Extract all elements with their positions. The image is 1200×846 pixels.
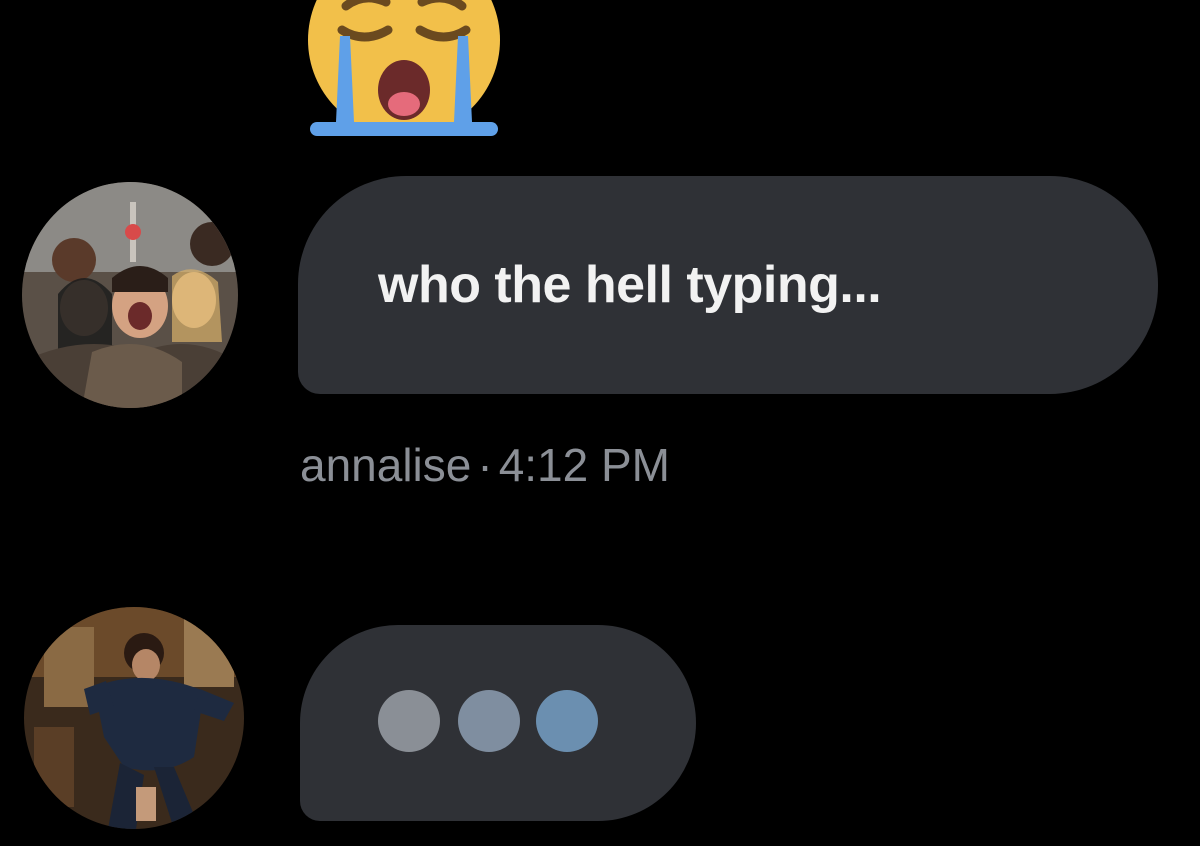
message-text: who the hell typing... xyxy=(378,256,882,314)
typing-dot xyxy=(536,690,598,752)
sender-name[interactable]: annalise xyxy=(300,439,471,491)
message-bubble[interactable]: who the hell typing... xyxy=(298,176,1158,394)
group-selfie-avatar[interactable] xyxy=(22,182,238,408)
message-timestamp: 4:12 PM xyxy=(498,439,670,491)
dancing-person-avatar[interactable] xyxy=(24,607,244,829)
message-meta: annalise · 4:12 PM xyxy=(300,438,670,492)
typing-dot xyxy=(458,690,520,752)
loudly-crying-face-icon xyxy=(306,0,502,144)
dm-conversation: who the hell typing... annalise · 4:12 PM xyxy=(0,0,1200,846)
meta-separator: · xyxy=(477,439,493,491)
typing-dot xyxy=(378,690,440,752)
